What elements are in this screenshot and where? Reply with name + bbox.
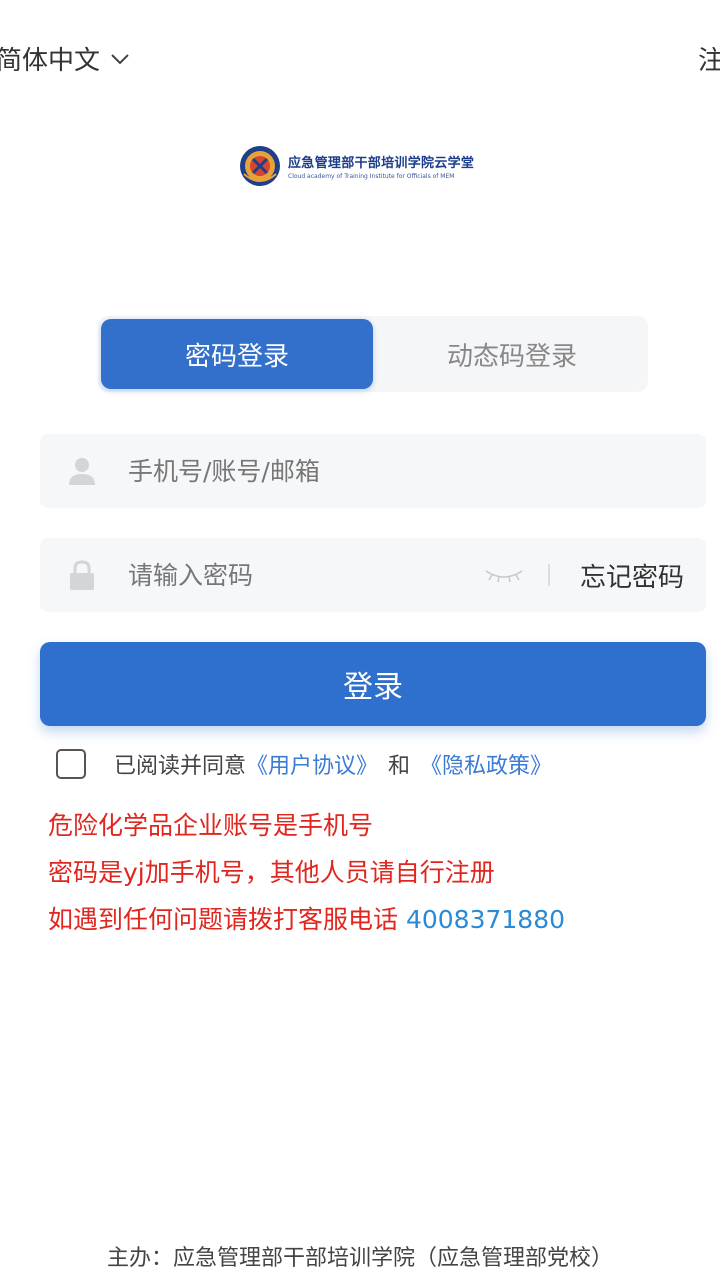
eye-closed-icon[interactable] xyxy=(484,565,524,585)
emblem-icon xyxy=(240,146,280,186)
logo: 应急管理部干部培训学院云学堂 Cloud academy of Training… xyxy=(238,144,474,188)
login-button[interactable]: 登录 xyxy=(40,642,706,726)
notice-line-1: 危险化学品企业账号是手机号 xyxy=(48,811,374,840)
account-input[interactable] xyxy=(126,455,706,487)
notice-line-3-prefix: 如遇到任何问题请拨打客服电话 xyxy=(48,905,399,934)
divider xyxy=(547,564,550,586)
notice-text: 危险化学品企业账号是手机号 密码是yj加手机号，其他人员请自行注册 如遇到任何问… xyxy=(48,802,565,943)
tab-password-login[interactable]: 密码登录 xyxy=(101,319,373,389)
logo-title-en: Cloud academy of Training Institute for … xyxy=(288,173,455,180)
logo-title-cn: 应急管理部干部培训学院云学堂 xyxy=(288,156,475,171)
password-field: 忘记密码 xyxy=(40,538,706,612)
notice-line-2: 密码是yj加手机号，其他人员请自行注册 xyxy=(48,858,495,887)
notice-line-3: 如遇到任何问题请拨打客服电话 4008371880 xyxy=(48,896,565,943)
login-page: 简体中文 注 应急管理部干部培训学院云学堂 Cloud academy of T… xyxy=(0,0,720,1280)
user-agreement-link[interactable]: 《用户协议》 xyxy=(246,748,378,780)
agreement-prefix: 已阅读并同意 xyxy=(114,754,247,779)
chevron-down-icon xyxy=(111,53,129,64)
footer-organizer: 主办：应急管理部干部培训学院（应急管理部党校） xyxy=(106,1246,613,1271)
user-icon xyxy=(69,458,95,485)
agreement-row: 已阅读并同意 《用户协议》 和 《隐私政策》 xyxy=(56,748,552,780)
language-selector[interactable]: 简体中文 xyxy=(0,40,132,77)
lock-icon xyxy=(70,560,94,590)
privacy-policy-link[interactable]: 《隐私政策》 xyxy=(420,748,552,780)
agreement-and: 和 xyxy=(388,754,411,779)
language-label: 简体中文 xyxy=(0,46,101,76)
customer-service-phone[interactable]: 4008371880 xyxy=(406,905,565,934)
password-input[interactable] xyxy=(126,559,484,591)
agreement-checkbox[interactable] xyxy=(56,749,86,779)
forgot-password-link[interactable]: 忘记密码 xyxy=(580,557,684,594)
login-tabs: 密码登录 动态码登录 xyxy=(98,316,648,392)
account-field xyxy=(40,434,706,508)
register-link[interactable]: 注 xyxy=(698,40,720,77)
tab-dynamic-code-login[interactable]: 动态码登录 xyxy=(376,316,648,392)
